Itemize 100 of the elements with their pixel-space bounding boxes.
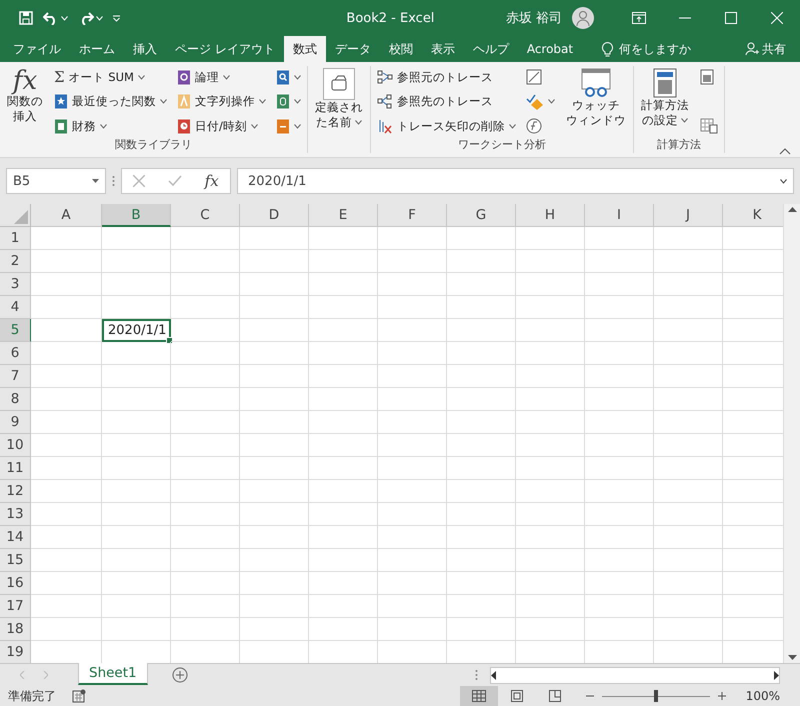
insert-function-button[interactable]: fx <box>202 174 221 188</box>
grid-cell[interactable] <box>102 227 171 250</box>
grid-cell[interactable] <box>309 457 378 480</box>
tell-me-search[interactable]: 何をしますか <box>596 36 698 62</box>
grid-cell[interactable] <box>654 319 723 342</box>
grid-cell[interactable] <box>240 572 309 595</box>
grid-cell[interactable] <box>585 549 654 572</box>
row-header[interactable]: 11 <box>0 457 31 480</box>
grid-cell[interactable] <box>309 296 378 319</box>
ribbon-button[interactable]: 最近使った関数 <box>52 90 169 112</box>
grid-cell[interactable] <box>240 480 309 503</box>
grid-cell[interactable] <box>240 411 309 434</box>
row-header[interactable]: 13 <box>0 503 31 526</box>
grid-cell[interactable] <box>654 572 723 595</box>
grid-cell[interactable] <box>31 526 102 549</box>
ribbon-tab[interactable]: 校閲 <box>380 36 422 62</box>
grid-cell[interactable] <box>585 296 654 319</box>
grid-cell[interactable] <box>378 480 447 503</box>
row-header[interactable]: 17 <box>0 595 31 618</box>
ribbon-tab[interactable]: Acrobat <box>518 36 582 62</box>
grid-cell[interactable] <box>378 319 447 342</box>
grid-cell[interactable] <box>102 273 171 296</box>
grid-cell[interactable] <box>31 549 102 572</box>
zoom-level[interactable]: 100% <box>746 689 780 703</box>
grid-cell[interactable] <box>378 618 447 641</box>
ribbon-button[interactable]: 論理 <box>175 66 268 88</box>
horizontal-scrollbar[interactable] <box>490 666 780 684</box>
row-header[interactable]: 1 <box>0 227 31 250</box>
grid-cell[interactable] <box>654 227 723 250</box>
grid-cell[interactable] <box>654 549 723 572</box>
share-button[interactable]: 共有 <box>739 36 792 62</box>
grid-cell[interactable] <box>378 503 447 526</box>
grid-cell[interactable] <box>309 526 378 549</box>
new-sheet-button[interactable] <box>170 667 190 683</box>
grid-cell[interactable] <box>240 388 309 411</box>
grid-cell[interactable] <box>171 411 240 434</box>
grid-cell[interactable] <box>585 227 654 250</box>
row-header[interactable]: 14 <box>0 526 31 549</box>
grid-cell[interactable] <box>31 342 102 365</box>
grid-cell[interactable] <box>102 342 171 365</box>
grid-cell[interactable] <box>171 296 240 319</box>
grid-cell[interactable] <box>102 296 171 319</box>
grid-cell[interactable] <box>240 434 309 457</box>
grid-cell[interactable] <box>654 296 723 319</box>
grid-cell[interactable] <box>447 227 516 250</box>
grid-cell[interactable] <box>240 618 309 641</box>
ribbon-button[interactable]: 定義され た名前 <box>312 66 366 132</box>
grid-cell[interactable] <box>585 388 654 411</box>
grid-cell[interactable] <box>102 526 171 549</box>
ribbon-tab[interactable]: ファイル <box>4 36 70 62</box>
column-header[interactable]: E <box>309 204 378 227</box>
grid-cell[interactable] <box>516 480 585 503</box>
row-header[interactable]: 2 <box>0 250 31 273</box>
grid-cell[interactable] <box>240 227 309 250</box>
selected-cell[interactable]: 2020/1/1 <box>102 319 171 342</box>
column-header[interactable]: J <box>654 204 723 227</box>
grid-cell[interactable] <box>447 365 516 388</box>
grid-cell[interactable] <box>447 434 516 457</box>
grid-cell[interactable] <box>171 618 240 641</box>
select-all-corner[interactable] <box>0 204 31 227</box>
zoom-thumb[interactable] <box>654 690 658 702</box>
grid-cell[interactable] <box>447 572 516 595</box>
grid-cell[interactable] <box>240 250 309 273</box>
column-header[interactable]: A <box>31 204 102 227</box>
grid-cell[interactable] <box>240 595 309 618</box>
grid-cell[interactable] <box>516 572 585 595</box>
grid-cell[interactable] <box>447 342 516 365</box>
grid-cell[interactable] <box>516 388 585 411</box>
row-header[interactable]: 18 <box>0 618 31 641</box>
grid-cell[interactable] <box>102 365 171 388</box>
grid-cell[interactable] <box>171 526 240 549</box>
grid-cell[interactable] <box>309 595 378 618</box>
normal-view-button[interactable] <box>460 686 498 706</box>
grid-cell[interactable] <box>516 549 585 572</box>
grid-cell[interactable] <box>171 572 240 595</box>
grid-cell[interactable] <box>378 227 447 250</box>
grid-cell[interactable] <box>378 526 447 549</box>
grid-cell[interactable] <box>378 365 447 388</box>
grid-cell[interactable] <box>171 503 240 526</box>
grid-cell[interactable] <box>654 411 723 434</box>
grid-cell[interactable] <box>240 296 309 319</box>
row-header[interactable]: 9 <box>0 411 31 434</box>
grid-cell[interactable] <box>447 273 516 296</box>
grid-cell[interactable] <box>102 388 171 411</box>
grid-cell[interactable] <box>585 526 654 549</box>
ribbon-button[interactable]: 文字列操作 <box>175 90 268 112</box>
row-header[interactable]: 7 <box>0 365 31 388</box>
grid-cell[interactable] <box>516 595 585 618</box>
grid-cell[interactable] <box>447 319 516 342</box>
column-header[interactable]: D <box>240 204 309 227</box>
grid-cell[interactable] <box>585 434 654 457</box>
ribbon-button[interactable]: 計算方法 の設定 <box>638 66 692 130</box>
grid-cell[interactable] <box>171 342 240 365</box>
grid-cell[interactable] <box>102 595 171 618</box>
row-header[interactable]: 6 <box>0 342 31 365</box>
grid-cell[interactable] <box>378 296 447 319</box>
grid-cell[interactable] <box>585 457 654 480</box>
grid-cell[interactable] <box>654 526 723 549</box>
grid-cell[interactable] <box>447 526 516 549</box>
grid-cell[interactable] <box>31 595 102 618</box>
